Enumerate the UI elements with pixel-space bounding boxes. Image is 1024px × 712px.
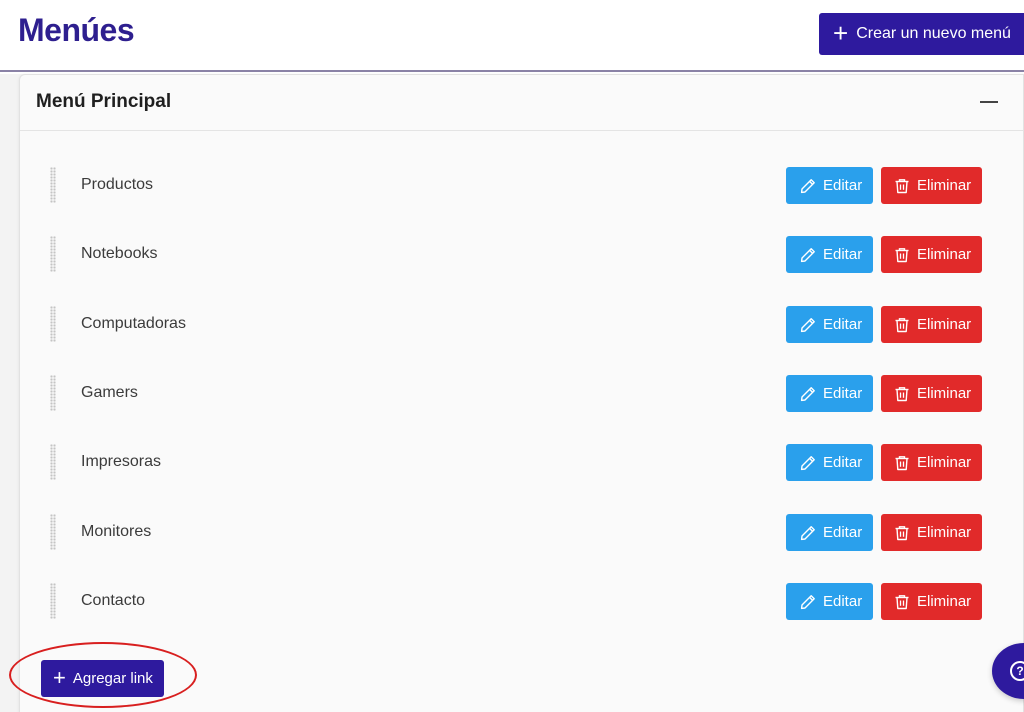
- pencil-icon: [800, 594, 815, 609]
- minus-icon: [980, 101, 998, 103]
- delete-button-label: Eliminar: [917, 316, 972, 333]
- drag-handle-icon[interactable]: [50, 514, 56, 550]
- edit-button[interactable]: Editar: [786, 444, 873, 481]
- trash-icon: [895, 178, 909, 193]
- edit-button-label: Editar: [823, 593, 863, 610]
- pencil-icon: [800, 247, 815, 262]
- add-link-button[interactable]: + Agregar link: [41, 660, 164, 697]
- main-content: Menú Principal Productos Editar Eliminar…: [0, 74, 1024, 712]
- edit-button-label: Editar: [823, 454, 863, 471]
- edit-button[interactable]: Editar: [786, 236, 873, 273]
- help-icon: ?: [1010, 661, 1024, 681]
- menu-item-notebooks: Notebooks Editar Eliminar: [20, 234, 1023, 274]
- page-header: Menúes + Crear un nuevo menú: [0, 0, 1024, 72]
- menu-item-label: Gamers: [81, 384, 138, 401]
- menu-item-label: Computadoras: [81, 315, 186, 332]
- trash-icon: [895, 594, 909, 609]
- delete-button-label: Eliminar: [917, 246, 972, 263]
- menu-item-label: Impresoras: [81, 453, 162, 470]
- add-link-label: Agregar link: [72, 670, 153, 687]
- delete-button-label: Eliminar: [917, 177, 972, 194]
- menu-item-productos: Productos Editar Eliminar: [20, 165, 1023, 205]
- edit-button-label: Editar: [823, 524, 863, 541]
- menu-item-label: Contacto: [81, 592, 146, 609]
- menu-card-title: Menú Principal: [36, 91, 172, 112]
- delete-button[interactable]: Eliminar: [881, 236, 982, 273]
- pencil-icon: [800, 178, 815, 193]
- delete-button-label: Eliminar: [917, 593, 972, 610]
- pencil-icon: [800, 317, 815, 332]
- trash-icon: [895, 386, 909, 401]
- drag-handle-icon[interactable]: [50, 444, 56, 480]
- create-new-menu-label: Crear un nuevo menú: [856, 25, 1011, 42]
- pencil-icon: [800, 525, 815, 540]
- delete-button[interactable]: Eliminar: [881, 514, 982, 551]
- edit-button[interactable]: Editar: [786, 514, 873, 551]
- menu-item-monitores: Monitores Editar Eliminar: [20, 512, 1023, 552]
- delete-button-label: Eliminar: [917, 524, 972, 541]
- menu-item-impresoras: Impresoras Editar Eliminar: [20, 442, 1023, 482]
- drag-handle-icon[interactable]: [50, 306, 56, 342]
- create-new-menu-button[interactable]: + Crear un nuevo menú: [819, 13, 1024, 55]
- edit-button[interactable]: Editar: [786, 375, 873, 412]
- plus-icon: +: [53, 664, 66, 690]
- menu-item-computadoras: Computadoras Editar Eliminar: [20, 304, 1023, 344]
- delete-button[interactable]: Eliminar: [881, 167, 982, 204]
- edit-button-label: Editar: [823, 316, 863, 333]
- drag-handle-icon[interactable]: [50, 236, 56, 272]
- edit-button-label: Editar: [823, 385, 863, 402]
- drag-handle-icon[interactable]: [50, 167, 56, 203]
- drag-handle-icon[interactable]: [50, 375, 56, 411]
- menu-item-contacto: Contacto Editar Eliminar: [20, 581, 1023, 621]
- delete-button[interactable]: Eliminar: [881, 444, 982, 481]
- pencil-icon: [800, 455, 815, 470]
- edit-button-label: Editar: [823, 177, 863, 194]
- collapse-button[interactable]: [978, 89, 1002, 113]
- drag-handle-icon[interactable]: [50, 583, 56, 619]
- plus-icon: +: [833, 17, 849, 48]
- delete-button-label: Eliminar: [917, 454, 972, 471]
- delete-button-label: Eliminar: [917, 385, 972, 402]
- menu-item-label: Monitores: [81, 523, 152, 540]
- menu-item-label: Productos: [81, 176, 154, 193]
- edit-button[interactable]: Editar: [786, 306, 873, 343]
- trash-icon: [895, 317, 909, 332]
- delete-button[interactable]: Eliminar: [881, 306, 982, 343]
- menu-item-gamers: Gamers Editar Eliminar: [20, 373, 1023, 413]
- edit-button[interactable]: Editar: [786, 167, 873, 204]
- menu-card-header: Menú Principal: [20, 75, 1023, 131]
- page-title: Menúes: [18, 12, 135, 48]
- menu-item-label: Notebooks: [81, 245, 158, 262]
- trash-icon: [895, 455, 909, 470]
- trash-icon: [895, 525, 909, 540]
- pencil-icon: [800, 386, 815, 401]
- edit-button[interactable]: Editar: [786, 583, 873, 620]
- delete-button[interactable]: Eliminar: [881, 583, 982, 620]
- menu-card: Menú Principal Productos Editar Eliminar…: [19, 74, 1024, 712]
- trash-icon: [895, 247, 909, 262]
- delete-button[interactable]: Eliminar: [881, 375, 982, 412]
- edit-button-label: Editar: [823, 246, 863, 263]
